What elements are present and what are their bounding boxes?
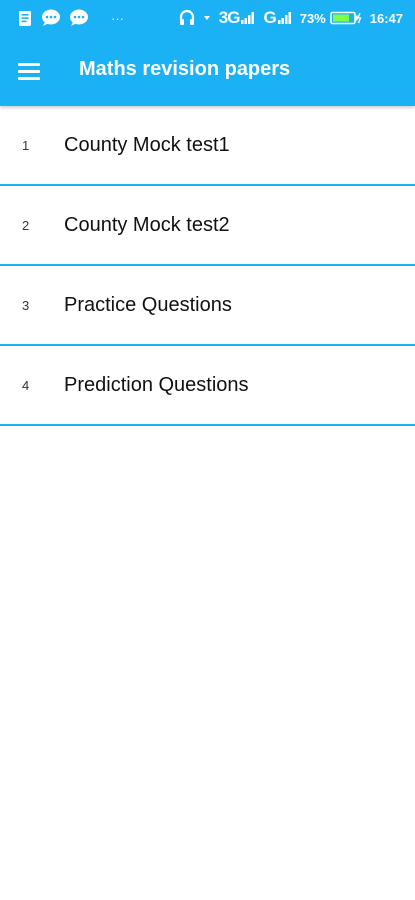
hamburger-menu-icon[interactable] <box>18 58 44 84</box>
list-item-prediction-questions[interactable]: 4 Prediction Questions <box>0 346 415 426</box>
wifi-dot-icon <box>203 14 211 22</box>
chat-bubble-icon <box>41 9 61 27</box>
app-screen: ··· 3G G 73% 16:47 Maths revision papers… <box>0 0 415 900</box>
clock: 16:47 <box>369 10 403 26</box>
list-item-county-mock-test2[interactable]: 2 County Mock test2 <box>0 186 415 266</box>
list-item-label: County Mock test2 <box>64 213 230 236</box>
battery-percent: 73% <box>299 10 326 26</box>
list-item-label: Prediction Questions <box>64 373 249 396</box>
list-item-number: 3 <box>22 297 30 313</box>
app-toolbar: Maths revision papers <box>0 36 415 106</box>
list-item-label: County Mock test1 <box>64 133 230 156</box>
list-item-label: Practice Questions <box>64 293 232 316</box>
battery-icon <box>329 11 362 25</box>
page-title: Maths revision papers <box>79 58 291 80</box>
list-item-number: 1 <box>22 137 30 153</box>
overflow-indicator: ··· <box>111 10 124 26</box>
list-item-number: 4 <box>22 377 30 393</box>
note-icon <box>18 10 33 27</box>
network-3g-label: 3G <box>218 8 241 27</box>
signal-icon <box>241 12 255 24</box>
list-item-county-mock-test1[interactable]: 1 County Mock test1 <box>0 106 415 186</box>
list-item-practice-questions[interactable]: 3 Practice Questions <box>0 266 415 346</box>
signal-icon <box>277 12 292 24</box>
status-bar-system: 3G G 73% 16:47 <box>179 8 403 28</box>
status-bar: ··· 3G G 73% 16:47 <box>0 0 415 36</box>
network-g-label: G <box>263 8 276 27</box>
status-bar-notifications: ··· <box>18 9 124 27</box>
list-item-number: 2 <box>22 217 30 233</box>
chat-bubble-icon <box>69 9 89 27</box>
headset-icon <box>179 9 195 27</box>
papers-list: 1 County Mock test1 2 County Mock test2 … <box>0 106 415 426</box>
